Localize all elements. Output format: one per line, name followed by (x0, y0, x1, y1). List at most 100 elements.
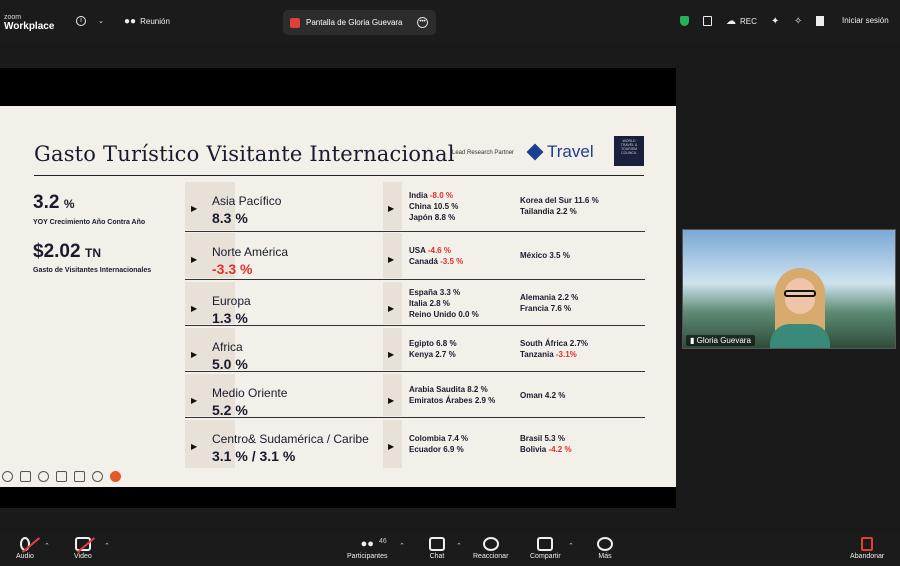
country-list: Alemania 2.2 % Francia 7.6 % (520, 292, 578, 314)
more-button[interactable]: Más (597, 537, 613, 560)
region-name: Norte América (212, 245, 289, 259)
participant-video-tile[interactable]: ▮ Gloria Guevara (682, 229, 896, 349)
country-item: China 10.5 % (409, 201, 458, 212)
country-item: Oman 4.2 % (520, 390, 565, 401)
chat-button[interactable]: Chat (429, 537, 445, 560)
audio-options-caret[interactable]: ⌃ (44, 542, 50, 550)
signin-button[interactable]: Iniciar sesión (842, 16, 889, 25)
country-value: 2.2 % (556, 207, 577, 216)
sparkle-icon: ✧ (794, 16, 803, 27)
screen-share-tab[interactable]: Pantalla de Gloria Guevara ••• (283, 10, 436, 35)
region-pct: -3.3 % (212, 261, 253, 277)
partner-label: Lead Research Partner (452, 150, 515, 156)
country-name: Kenya (409, 350, 436, 359)
kpi-spend-number: $2.02 (33, 241, 81, 262)
back-icon[interactable] (2, 471, 13, 482)
audio-button[interactable]: Audio (16, 537, 34, 560)
play-arrow-icon: ▶ (191, 442, 198, 451)
video-button[interactable]: Video (74, 537, 92, 560)
country-value: 4.2 % (544, 390, 566, 400)
zoom-icon[interactable] (38, 471, 49, 482)
share-label: Compartir (530, 553, 561, 560)
country-name: Francia (520, 304, 551, 313)
country-name: Italia (409, 298, 430, 308)
country-item: Reino Unido 0.0 % (409, 309, 479, 320)
kpi-growth-number: 3.2 (33, 192, 60, 213)
country-list: Brasil 5.3 % Bolivia -4.2 % (520, 433, 572, 455)
sparkle-button[interactable]: ✧ (794, 16, 802, 27)
recording-indicator[interactable]: ☁ REC (726, 16, 757, 27)
region-name: Medio Oriente (212, 386, 288, 400)
security-shield[interactable] (680, 16, 689, 26)
meeting-button[interactable]: ●● Reunión (124, 16, 170, 27)
react-button[interactable]: Reaccionar (473, 537, 508, 560)
ai-icon: ✦ (771, 16, 780, 27)
notes-icon (703, 16, 712, 26)
country-item: Kenya 2.7 % (409, 349, 457, 360)
region-pct: 5.0 % (212, 356, 248, 372)
chevron-down-icon[interactable]: ⌄ (98, 17, 104, 25)
country-name: Reino Unido (409, 309, 459, 319)
country-list: India -8.0 % China 10.5 % Japón 8.8 % (409, 190, 458, 223)
country-name: España (409, 287, 440, 297)
country-value: 3.3 % (439, 287, 461, 297)
chat-options-caret[interactable]: ⌃ (456, 542, 462, 550)
ai-companion-button[interactable]: ✦ (771, 16, 779, 27)
country-name: USA (409, 245, 428, 255)
bottom-toolbar: Audio ⌃ Video ⌃ ●● Participantes 46 ⌃ Ch… (0, 533, 900, 566)
cloud-icon: ☁ (726, 16, 736, 27)
country-band (383, 282, 402, 324)
presentation-slide: Gasto Turístico Visitante Internacional … (0, 106, 676, 487)
country-value: 8.2 % (467, 385, 488, 394)
more-options-icon[interactable]: ••• (417, 17, 428, 28)
pen-icon[interactable] (20, 471, 31, 482)
meeting-label: Reunión (140, 17, 170, 26)
record-icon[interactable] (110, 471, 121, 482)
country-name: Egipto (409, 339, 437, 348)
more-icon[interactable] (92, 471, 103, 482)
chase-logo-icon (526, 143, 544, 161)
signin-label: Iniciar sesión (842, 16, 889, 25)
country-value: 2.9 % (474, 396, 496, 405)
region-name: Centro& Sudamérica / Caribe (212, 432, 369, 446)
country-item: Ecuador 6.9 % (409, 444, 468, 455)
country-name: Colombia (409, 434, 448, 443)
shield-icon (680, 16, 689, 26)
country-item: México 3.5 % (520, 250, 570, 261)
notes-button[interactable] (703, 16, 712, 26)
title-divider (34, 175, 644, 176)
region-name: Europa (212, 294, 251, 308)
country-list: South África 2.7% Tanzania -3.1% (520, 338, 588, 360)
info-button[interactable]: i ⌄ (76, 16, 104, 26)
country-value: 8.8 % (434, 212, 456, 222)
signal-icon: ▮ (690, 336, 695, 345)
country-value: -4.2 % (548, 445, 572, 454)
participant-name: ▮ Gloria Guevara (686, 335, 755, 346)
country-item: Brasil 5.3 % (520, 433, 572, 444)
share-options-caret[interactable]: ⌃ (568, 542, 574, 550)
captions-icon[interactable] (56, 471, 67, 482)
view-button[interactable] (816, 16, 824, 26)
country-value: 10.5 % (433, 201, 459, 211)
leave-button[interactable]: Abandonar (850, 537, 884, 560)
participants-options-caret[interactable]: ⌃ (399, 542, 405, 550)
share-button[interactable]: Compartir (530, 537, 561, 560)
kpi-spend-unit: TN (85, 246, 101, 260)
country-value: 7.4 % (447, 434, 469, 443)
play-arrow-icon: ▶ (388, 396, 395, 405)
presentation-tools (2, 471, 121, 482)
country-item: India -8.0 % (409, 190, 458, 201)
row-divider (185, 371, 645, 372)
view-icon (816, 16, 824, 26)
participants-icon: ●● (360, 538, 374, 550)
country-name: Korea del Sur (520, 196, 575, 205)
mic-muted-icon (19, 537, 30, 551)
people-icon: ●● (124, 16, 137, 27)
kpi-spend-label: Gasto de Visitantes Internacionales (33, 267, 152, 274)
video-options-caret[interactable]: ⌃ (104, 542, 110, 550)
kpi-growth-label: YOY Crecimiento Año Contra Año (33, 219, 146, 226)
row-divider (185, 279, 645, 280)
region-pct: 5.2 % (212, 402, 248, 418)
camera-icon[interactable] (74, 471, 85, 482)
region-pct: 1.3 % (212, 310, 248, 326)
